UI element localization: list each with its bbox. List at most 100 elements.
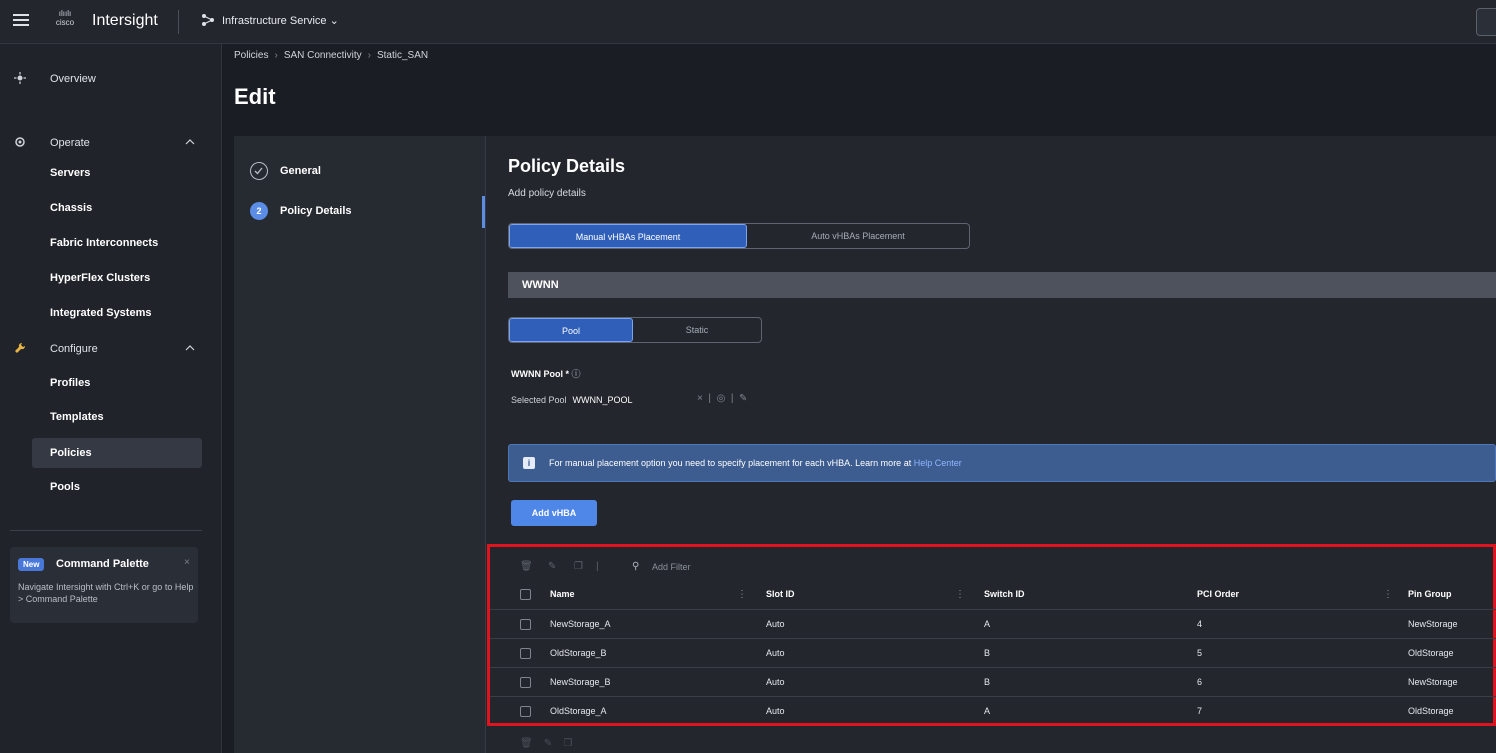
sidebar-item-profiles[interactable]: Profiles (0, 368, 222, 398)
add-filter-input[interactable]: Add Filter (652, 562, 691, 572)
page-title: Edit (234, 84, 276, 109)
command-palette-description: Navigate Intersight with Ctrl+K or go to… (18, 582, 194, 604)
manual-placement-option[interactable]: Manual vHBAs Placement (509, 224, 747, 248)
column-header-name[interactable]: Name (550, 589, 575, 599)
table-row[interactable]: OldStorage_A Auto A 7 OldStorage (490, 696, 1496, 725)
close-icon[interactable]: × (184, 557, 190, 568)
wwnn-section-header: WWNN (508, 272, 1496, 298)
row-checkbox[interactable] (520, 619, 531, 630)
cell-slot-id: Auto (766, 619, 785, 629)
column-header-pin-group[interactable]: Pin Group (1408, 589, 1452, 599)
sidebar-item-label: Chassis (50, 202, 93, 214)
search-button[interactable] (1476, 8, 1496, 36)
trash-icon[interactable]: 🗑 (520, 738, 533, 749)
table-row[interactable]: OldStorage_B Auto B 5 OldStorage (490, 638, 1496, 667)
selected-pool-value: WWNN_POOL (572, 395, 633, 405)
cell-name: OldStorage_A (550, 706, 607, 716)
sidebar-item-configure[interactable]: Configure (0, 334, 222, 364)
infrastructure-service-icon (202, 14, 214, 26)
cell-slot-id: Auto (766, 677, 785, 687)
copy-icon[interactable]: ❐ (574, 561, 583, 572)
sidebar-item-operate[interactable]: Operate (0, 128, 222, 158)
trash-icon[interactable]: 🗑 (520, 561, 533, 572)
breadcrumb-san-connectivity[interactable]: SAN Connectivity (284, 50, 362, 61)
table-row[interactable]: NewStorage_A Auto A 4 NewStorage (490, 609, 1496, 638)
sidebar-item-label: Templates (50, 411, 104, 423)
sidebar-item-integrated-systems[interactable]: Integrated Systems (0, 298, 222, 328)
search-icon: ⚲ (632, 561, 640, 572)
step-label: General (280, 165, 321, 177)
column-menu-icon[interactable]: ⋮ (955, 589, 965, 600)
sidebar-divider (10, 530, 202, 531)
active-step-indicator (482, 196, 485, 228)
bottom-table-toolbar: 🗑 ✎ ❐ (520, 738, 572, 749)
row-checkbox[interactable] (520, 677, 531, 688)
sidebar-item-chassis[interactable]: Chassis (0, 193, 222, 223)
static-option[interactable]: Static (633, 318, 761, 342)
auto-placement-option[interactable]: Auto vHBAs Placement (747, 224, 969, 248)
cell-slot-id: Auto (766, 706, 785, 716)
sidebar-item-fabric-interconnects[interactable]: Fabric Interconnects (0, 228, 222, 258)
sidebar-item-hyperflex-clusters[interactable]: HyperFlex Clusters (0, 263, 222, 293)
section-subtitle: Add policy details (508, 188, 586, 199)
cell-name: NewStorage_B (550, 677, 611, 687)
cell-switch-id: A (984, 619, 991, 629)
cell-name: OldStorage_B (550, 648, 607, 658)
banner-text: For manual placement option you need to … (549, 458, 962, 468)
pencil-icon[interactable]: ✎ (548, 561, 556, 572)
eye-icon[interactable]: ◎ (717, 393, 726, 404)
cell-pci-order: 7 (1197, 706, 1203, 716)
vhba-table: 🗑 ✎ ❐ | ⚲ Add Filter Name ⋮ Slot ID ⋮ Sw… (487, 544, 1496, 726)
operate-icon (15, 137, 25, 147)
overview-icon (14, 72, 26, 84)
wwnn-pool-label: WWNN Pool * ⓘ (511, 369, 581, 379)
sidebar-item-label: Fabric Interconnects (50, 237, 159, 249)
column-menu-icon[interactable]: ⋮ (737, 589, 747, 600)
copy-icon[interactable]: ❐ (563, 738, 572, 749)
cell-slot-id: Auto (766, 648, 785, 658)
pencil-icon[interactable]: ✎ (544, 738, 552, 749)
sidebar-item-pools[interactable]: Pools (0, 472, 222, 502)
new-badge: New (18, 558, 45, 571)
wrench-icon (15, 342, 26, 353)
column-menu-icon[interactable]: ⋮ (1383, 589, 1393, 600)
selected-pool: Selected Pool WWNN_POOL (511, 395, 633, 405)
command-palette-title: Command Palette (56, 558, 149, 570)
pool-option[interactable]: Pool (509, 318, 633, 342)
column-header-switch-id[interactable]: Switch ID (984, 589, 1025, 599)
chevron-up-icon (185, 139, 195, 145)
chevron-up-icon (185, 345, 195, 351)
sidebar-item-overview[interactable]: Overview (0, 64, 222, 94)
wwnn-type-toggle: Pool Static (508, 317, 762, 343)
pool-actions: × | ◎ | ✎ (697, 393, 748, 404)
help-center-link[interactable]: Help Center (914, 458, 962, 468)
column-header-slot-id[interactable]: Slot ID (766, 589, 795, 599)
breadcrumb-policies[interactable]: Policies (234, 50, 268, 61)
cisco-logo: ılıılı cisco (55, 9, 75, 27)
check-circle-icon (250, 162, 268, 180)
select-all-checkbox[interactable] (520, 589, 531, 600)
column-header-pci-order[interactable]: PCI Order (1197, 589, 1239, 599)
sidebar-item-label: Operate (50, 137, 90, 149)
sidebar-item-servers[interactable]: Servers (0, 158, 222, 188)
chevron-right-icon: › (367, 50, 371, 61)
clear-icon[interactable]: × (697, 393, 703, 404)
sidebar-item-label: Servers (50, 167, 91, 179)
menu-icon[interactable] (10, 11, 32, 33)
info-icon: ⓘ (571, 369, 581, 379)
sidebar-item-templates[interactable]: Templates (0, 402, 222, 432)
add-vhba-button[interactable]: Add vHBA (511, 500, 597, 526)
sidebar-item-label: Policies (50, 447, 92, 459)
info-banner: i For manual placement option you need t… (508, 444, 1496, 482)
command-palette-card[interactable]: New Command Palette × Navigate Intersigh… (10, 547, 198, 623)
cell-pci-order: 5 (1197, 648, 1203, 658)
sidebar-item-label: Profiles (50, 377, 91, 389)
service-selector[interactable]: Infrastructure Service ⌄ (222, 14, 339, 27)
row-checkbox[interactable] (520, 706, 531, 717)
sidebar-item-label: Configure (50, 343, 98, 355)
table-row[interactable]: NewStorage_B Auto B 6 NewStorage (490, 667, 1496, 696)
pencil-icon[interactable]: ✎ (739, 393, 747, 404)
row-checkbox[interactable] (520, 648, 531, 659)
sidebar-item-policies[interactable]: Policies (0, 437, 222, 468)
toolbar-divider: | (596, 561, 599, 572)
